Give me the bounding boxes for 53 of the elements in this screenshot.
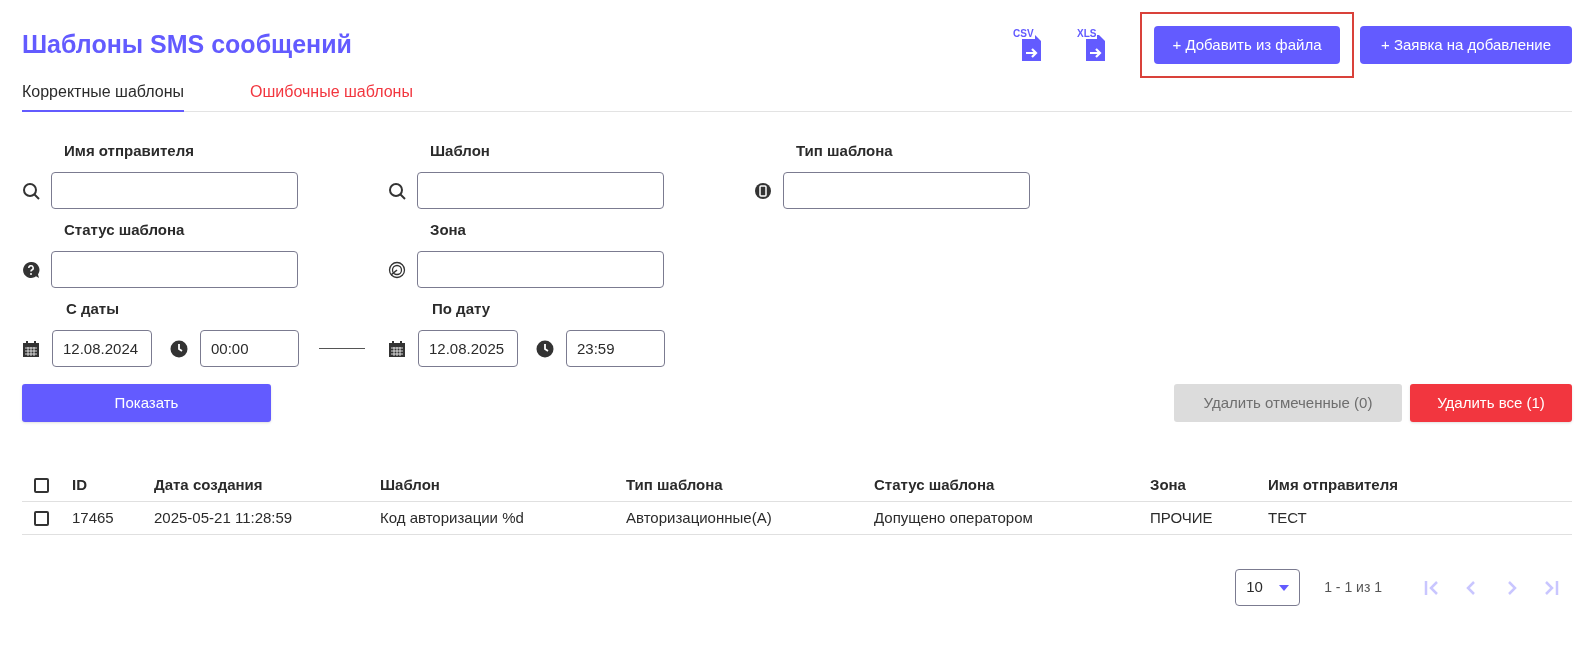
- search-icon: [388, 181, 406, 200]
- show-button[interactable]: Показать: [22, 384, 271, 422]
- page-range: 1 - 1 из 1: [1324, 578, 1382, 597]
- calendar-icon: [22, 339, 40, 358]
- caret-icon: [1279, 584, 1290, 591]
- field-label: Статус шаблона: [64, 220, 186, 240]
- table-cell: 2025-05-21 11:28:59: [154, 508, 293, 526]
- column-header: ID: [72, 476, 87, 494]
- search-icon: [22, 181, 40, 200]
- time-field[interactable]: 23:59: [566, 330, 665, 367]
- field-label: С даты: [66, 299, 121, 319]
- column-header: Шаблон: [380, 476, 440, 494]
- field-label: Шаблон: [430, 141, 491, 161]
- date-field[interactable]: 12.08.2025: [418, 330, 518, 367]
- question-icon: [22, 260, 40, 279]
- table-cell: ТЕСТ: [1268, 508, 1307, 526]
- column-header: Тип шаблона: [626, 476, 723, 494]
- phone-icon: [754, 181, 772, 200]
- date-field[interactable]: 12.08.2024: [52, 330, 152, 367]
- table-cell: Допущено оператором: [874, 508, 1033, 526]
- add-button[interactable]: + Добавить из файла: [1154, 26, 1340, 64]
- text-field[interactable]: [417, 251, 664, 288]
- text-field[interactable]: [51, 172, 298, 209]
- calendar-icon: [388, 339, 406, 358]
- file-export-button[interactable]: CSV: [1012, 27, 1046, 63]
- file-export-button[interactable]: XLS: [1076, 27, 1110, 63]
- column-header: Имя отправителя: [1268, 476, 1398, 494]
- text-field[interactable]: [417, 172, 664, 209]
- clock-icon: [170, 339, 188, 358]
- target-icon: [388, 260, 406, 279]
- page-size-select[interactable]: 10: [1235, 569, 1301, 606]
- field-label: Тип шаблона: [796, 141, 894, 161]
- tab[interactable]: Корректные шаблоны: [22, 80, 185, 112]
- text-field[interactable]: [51, 251, 298, 288]
- field-label: По дату: [432, 299, 492, 319]
- time-field[interactable]: 00:00: [200, 330, 299, 367]
- checkbox[interactable]: [34, 478, 49, 493]
- column-header: Дата создания: [154, 476, 263, 494]
- column-header: Статус шаблона: [874, 476, 995, 494]
- column-header: Зона: [1150, 476, 1186, 494]
- table-cell: Авторизационные(А): [626, 508, 772, 526]
- table-cell: 17465: [72, 508, 114, 526]
- table-cell: ПРОЧИЕ: [1150, 508, 1213, 526]
- add-button[interactable]: + Заявка на добавление: [1360, 26, 1572, 64]
- field-label: Имя отправителя: [64, 141, 195, 161]
- checkbox[interactable]: [34, 510, 49, 526]
- field-label: Зона: [430, 220, 467, 240]
- page-title: Шаблоны SMS сообщений: [22, 29, 352, 61]
- tab[interactable]: Ошибочные шаблоны: [250, 80, 413, 112]
- text-field[interactable]: [783, 172, 1030, 209]
- table-cell: Код авторизации %d: [380, 508, 524, 526]
- clock-icon: [536, 339, 554, 358]
- delete-button[interactable]: Удалить все (1): [1410, 384, 1572, 422]
